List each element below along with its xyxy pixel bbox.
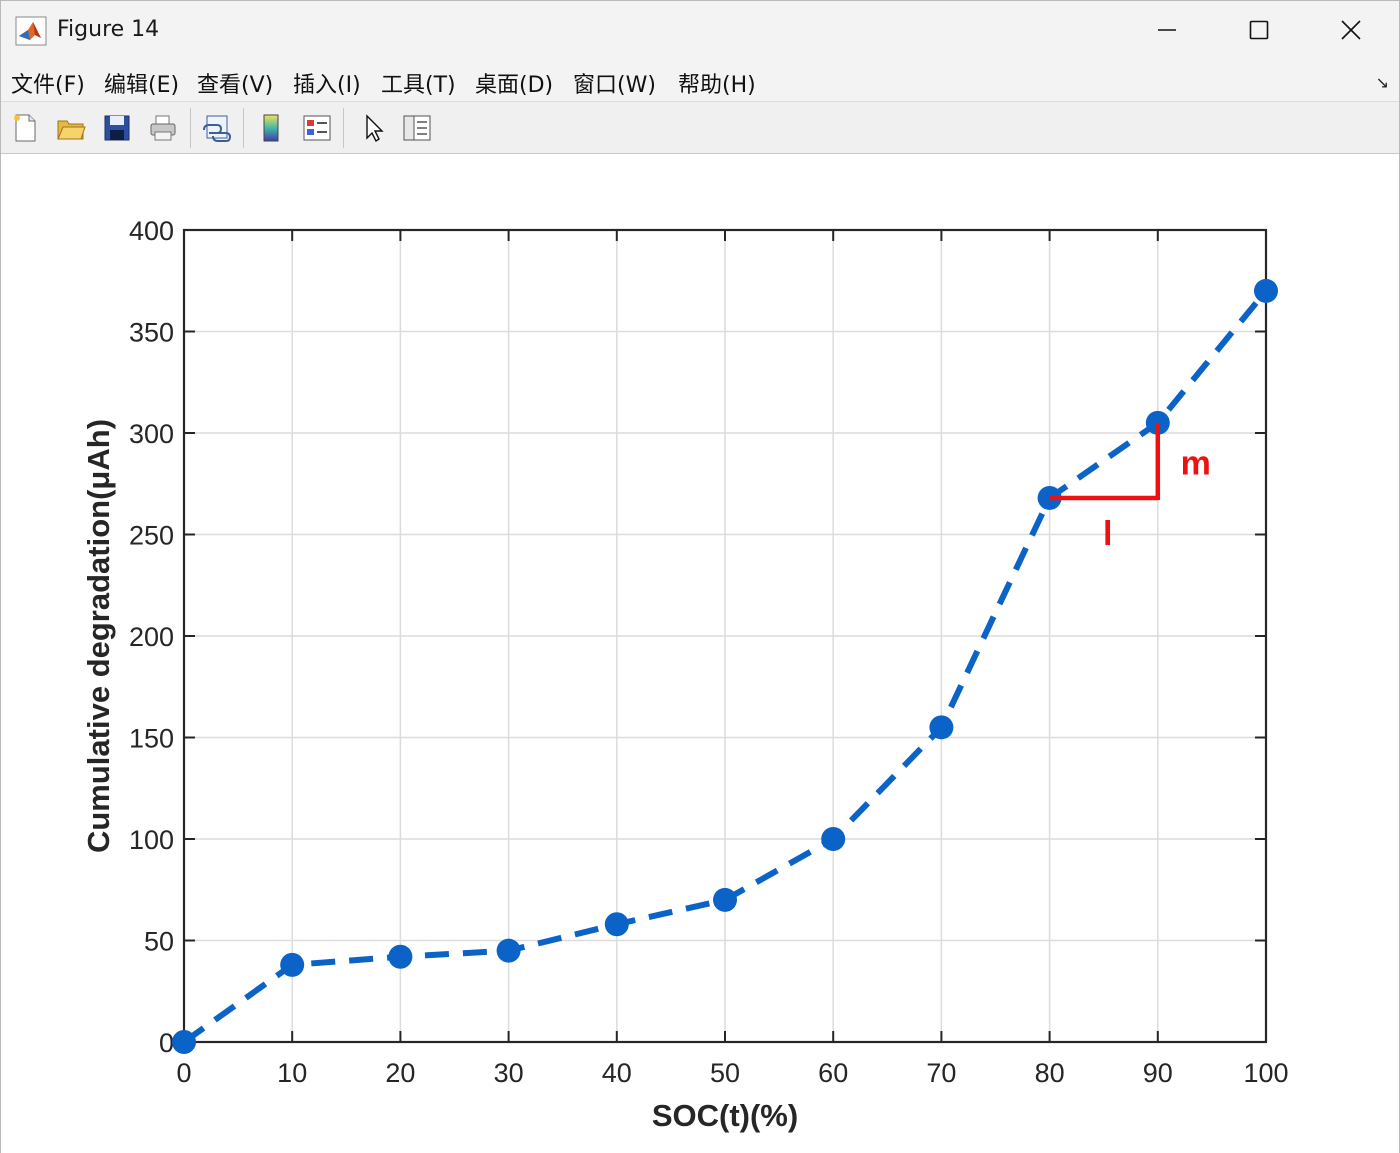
colorbar-icon (263, 114, 279, 142)
x-tick-label: 10 (277, 1058, 307, 1088)
chart-area: 0 10 20 30 40 50 60 70 80 90 100 0 50 100 150 200 250 300… (81, 216, 1289, 1133)
x-axis-label: SOC(t)(%) (652, 1098, 798, 1133)
y-tick-label: 200 (129, 622, 174, 652)
dock-arrow-icon[interactable]: ↘ (1376, 73, 1389, 93)
matlab-logo-icon (15, 16, 47, 46)
y-tick-label: 100 (129, 825, 174, 855)
toolbar-separator (190, 108, 191, 148)
open-file-button[interactable] (53, 110, 89, 146)
close-icon (1341, 20, 1361, 40)
figure-window: Figure 14 文件(F) 编辑(E) 查看(V) 插入(I) 工具(T) … (0, 0, 1400, 1153)
y-tick-label: 350 (129, 318, 174, 348)
data-point (821, 827, 846, 851)
x-tick-label: 30 (494, 1058, 524, 1088)
data-point (280, 952, 305, 977)
new-figure-icon (14, 114, 36, 142)
data-point (388, 944, 413, 969)
open-file-icon (57, 120, 86, 140)
minimize-button[interactable] (1121, 1, 1213, 59)
link-plot-icon (203, 115, 232, 142)
x-tick-label: 70 (926, 1058, 956, 1088)
y-tick-label: 150 (129, 724, 174, 754)
x-tick-label: 0 (176, 1058, 191, 1088)
toolbar-separator (343, 108, 344, 148)
data-point (172, 1030, 196, 1054)
legend-button[interactable] (299, 110, 335, 146)
close-button[interactable] (1305, 1, 1397, 59)
menu-desktop[interactable]: 桌面(D) (475, 67, 553, 99)
y-tick-label: 50 (144, 927, 174, 957)
new-figure-button[interactable] (7, 110, 43, 146)
property-inspector-icon (403, 115, 431, 141)
window-title: Figure 14 (57, 17, 160, 42)
menu-edit[interactable]: 编辑(E) (104, 67, 179, 99)
x-tick-label: 20 (385, 1058, 415, 1088)
colorbar-button[interactable] (253, 110, 289, 146)
pointer-button[interactable] (355, 110, 391, 146)
y-tick-label: 0 (159, 1028, 174, 1058)
menu-bar: 文件(F) 编辑(E) 查看(V) 插入(I) 工具(T) 桌面(D) 窗口(W… (1, 59, 1399, 101)
x-tick-label: 100 (1243, 1058, 1288, 1088)
data-point (929, 715, 954, 740)
menu-file[interactable]: 文件(F) (11, 67, 85, 99)
figure-canvas: 0 10 20 30 40 50 60 70 80 90 100 0 50 100 150 200 250 300… (1, 155, 1399, 1153)
annotation-label-l: l (1103, 515, 1112, 553)
x-tick-label: 50 (710, 1058, 740, 1088)
x-tick-label: 80 (1035, 1058, 1065, 1088)
x-tick-label: 90 (1143, 1058, 1173, 1088)
menu-help[interactable]: 帮助(H) (678, 67, 756, 99)
maximize-icon (1249, 20, 1269, 40)
toolbar-separator (243, 108, 244, 148)
menu-tools[interactable]: 工具(T) (381, 67, 456, 99)
pointer-icon (366, 114, 384, 143)
save-button[interactable] (99, 110, 135, 146)
data-point (496, 938, 521, 963)
figure-toolbar (1, 101, 1399, 154)
x-tick-label: 40 (602, 1058, 632, 1088)
data-point (1254, 278, 1278, 303)
menu-insert[interactable]: 插入(I) (293, 67, 361, 99)
menu-view[interactable]: 查看(V) (197, 67, 273, 99)
y-tick-label: 300 (129, 419, 174, 449)
link-plot-button[interactable] (199, 110, 235, 146)
title-bar[interactable]: Figure 14 (1, 1, 1399, 59)
menu-window[interactable]: 窗口(W) (573, 67, 656, 99)
print-button[interactable] (145, 110, 181, 146)
minimize-icon (1158, 29, 1176, 31)
y-tick-label: 400 (129, 216, 174, 246)
y-tick-label: 250 (129, 521, 174, 551)
maximize-button[interactable] (1213, 1, 1305, 59)
print-icon (150, 115, 176, 141)
legend-icon (303, 115, 331, 141)
annotation-label-m: m (1181, 444, 1211, 482)
property-inspector-button[interactable] (399, 110, 435, 146)
save-icon (104, 115, 130, 141)
data-point (604, 912, 629, 937)
x-tick-label: 60 (818, 1058, 848, 1088)
data-point (713, 887, 737, 912)
y-axis-label: Cumulative degradation(μAh) (81, 419, 116, 853)
